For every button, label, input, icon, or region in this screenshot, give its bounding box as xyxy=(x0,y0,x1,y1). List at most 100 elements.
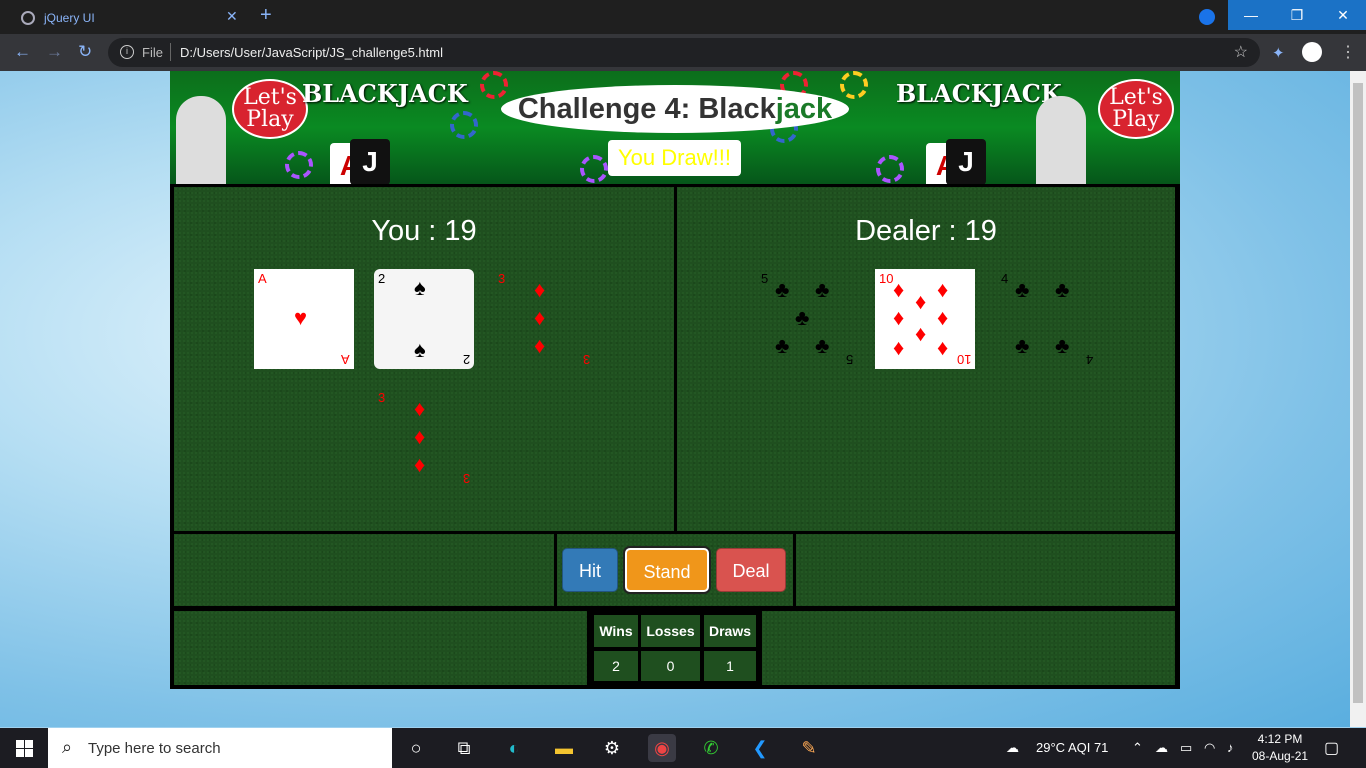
diamond-icon: ♦ xyxy=(893,277,905,302)
onedrive-icon[interactable]: ☁ xyxy=(1155,740,1168,756)
chip-icon xyxy=(580,155,608,183)
player-card-3-diamonds: 3 ♦ ♦ ♦ 3 xyxy=(374,388,474,488)
controls-spacer-left xyxy=(174,534,554,606)
task-view-icon[interactable]: ⧉ xyxy=(450,734,478,762)
windows-logo-icon xyxy=(25,749,33,757)
controls-panel: Hit Stand Deal xyxy=(557,534,793,606)
more-menu-icon[interactable]: ⋮ xyxy=(1340,42,1356,62)
cortana-icon[interactable]: ○ xyxy=(402,734,430,762)
scrollbar-thumb[interactable] xyxy=(1353,83,1363,703)
whatsapp-icon[interactable]: ✆ xyxy=(697,734,725,762)
score-table: Wins Losses Draws 2 0 1 xyxy=(590,611,759,685)
weather-icon[interactable]: ☁ xyxy=(1006,740,1019,756)
windows-logo-icon xyxy=(25,740,33,748)
diamond-icon: ♦ xyxy=(534,333,546,358)
page-scrollbar[interactable] xyxy=(1350,71,1366,727)
lets-play-logo: Let's Play xyxy=(232,79,308,139)
bookmark-star-icon[interactable]: ☆ xyxy=(1234,42,1248,62)
club-icon: ♣ xyxy=(815,277,830,302)
card-rank: 3 xyxy=(462,471,470,486)
battery-icon[interactable]: ▭ xyxy=(1180,740,1192,756)
chip-icon xyxy=(840,71,868,99)
diamond-icon: ♦ xyxy=(915,289,927,314)
notifications-icon[interactable]: ▢ xyxy=(1324,738,1339,758)
diamond-icon: ♦ xyxy=(893,305,905,330)
card-rank: 5 xyxy=(845,352,853,367)
browser-toolbar: ← → ↻ i File D:/Users/User/JavaScript/JS… xyxy=(0,34,1366,71)
settings-gear-icon[interactable]: ⚙ xyxy=(598,734,626,762)
globe-icon xyxy=(21,11,35,25)
diamond-icon: ♦ xyxy=(534,277,546,302)
dealer-card-10-diamonds: 10 ♦ ♦ ♦ ♦ ♦ ♦ ♦ ♦ 10 xyxy=(875,269,975,369)
diamond-icon: ♦ xyxy=(534,305,546,330)
close-window-button[interactable]: ✕ xyxy=(1320,0,1366,30)
browser-tab[interactable]: jQuery UI ✕ xyxy=(8,2,248,34)
file-explorer-icon[interactable]: ▬ xyxy=(550,734,578,762)
club-icon: ♣ xyxy=(815,333,830,358)
weather-text[interactable]: 29°C AQI 71 xyxy=(1036,740,1108,755)
profile-avatar[interactable] xyxy=(1302,42,1322,62)
card-rank: 4 xyxy=(1085,352,1093,367)
url-text[interactable]: D:/Users/User/JavaScript/JS_challenge5.h… xyxy=(180,45,443,60)
extensions-icon[interactable]: ✦ xyxy=(1272,44,1285,62)
club-icon: ♣ xyxy=(1055,333,1070,358)
card-rank: 4 xyxy=(1001,271,1009,286)
card-rank: 10 xyxy=(956,352,971,367)
losses-header: Losses xyxy=(641,615,700,647)
address-divider xyxy=(170,43,171,61)
spade-icon: ♠ xyxy=(414,337,426,362)
diamond-icon: ♦ xyxy=(414,396,426,421)
card-rank: 10 xyxy=(879,271,894,286)
clock-time: 4:12 PM xyxy=(1257,732,1303,746)
chip-icon xyxy=(450,111,478,139)
table-spacer-left xyxy=(174,611,587,685)
dealer-card-4-clubs: 4 ♣ ♣ ♣ ♣ 4 xyxy=(997,269,1097,369)
minimize-button[interactable]: — xyxy=(1228,0,1274,30)
diamond-icon: ♦ xyxy=(414,424,426,449)
taskbar-search[interactable]: ⌕ Type here to search xyxy=(48,728,392,768)
back-icon[interactable]: ← xyxy=(14,42,31,62)
hit-button[interactable]: Hit xyxy=(562,548,618,592)
title-accent: jack xyxy=(775,93,833,125)
deal-button[interactable]: Deal xyxy=(716,548,786,592)
address-bar[interactable]: i File D:/Users/User/JavaScript/JS_chall… xyxy=(108,38,1260,67)
stand-button[interactable]: Stand xyxy=(625,548,709,592)
browser-tab-strip: jQuery UI ✕ + — ❐ ✕ xyxy=(0,0,1366,34)
wifi-icon[interactable]: ◠ xyxy=(1204,740,1215,756)
losses-value: 0 xyxy=(641,651,700,681)
wins-value: 2 xyxy=(594,651,638,681)
table-spacer-right xyxy=(762,611,1175,685)
start-button[interactable] xyxy=(0,728,48,768)
windows-logo-icon xyxy=(16,749,24,757)
chrome-icon[interactable]: ◉ xyxy=(648,734,676,762)
tab-title: jQuery UI xyxy=(44,11,95,25)
club-icon: ♣ xyxy=(1015,277,1030,302)
chrome-update-icon[interactable] xyxy=(1199,9,1215,25)
diamond-icon: ♦ xyxy=(937,335,949,360)
info-icon[interactable]: i xyxy=(120,45,134,59)
volume-icon[interactable]: ♪ xyxy=(1227,740,1234,755)
maximize-button[interactable]: ❐ xyxy=(1274,0,1320,30)
edge-icon[interactable]: ◐ xyxy=(500,734,528,762)
player-box: You : 19 A ♥ A 2 ♠ ♠ 2 3 ♦ ♦ ♦ 3 3 ♦ ♦ ♦… xyxy=(174,187,674,531)
vscode-icon[interactable]: ❮ xyxy=(746,734,774,762)
reload-icon[interactable]: ↻ xyxy=(78,42,92,62)
chip-icon xyxy=(285,151,313,179)
banner: Let's Play BLACKJACK A J BLACKJACK A J L… xyxy=(170,71,1180,184)
paint-icon[interactable]: ✎ xyxy=(795,734,823,762)
blackjack-logo: BLACKJACK xyxy=(896,79,1062,108)
card-rank: 2 xyxy=(378,271,386,286)
show-hidden-icons-icon[interactable]: ⌃ xyxy=(1132,740,1143,756)
search-placeholder: Type here to search xyxy=(88,740,221,757)
diamond-icon: ♦ xyxy=(893,335,905,360)
player-score: You : 19 xyxy=(371,215,477,247)
controls-spacer-right xyxy=(796,534,1175,606)
dealer-card-5-clubs: 5 ♣ ♣ ♣ ♣ ♣ 5 xyxy=(757,269,857,369)
close-tab-icon[interactable]: ✕ xyxy=(226,8,238,25)
result-message: You Draw!!! xyxy=(608,140,741,176)
new-tab-button[interactable]: + xyxy=(260,4,272,27)
forward-icon[interactable]: → xyxy=(46,42,63,62)
lets-play-logo: Let's Play xyxy=(1098,79,1174,139)
clock[interactable]: 4:12 PM 08-Aug-21 xyxy=(1252,731,1308,765)
clock-date: 08-Aug-21 xyxy=(1252,749,1309,763)
